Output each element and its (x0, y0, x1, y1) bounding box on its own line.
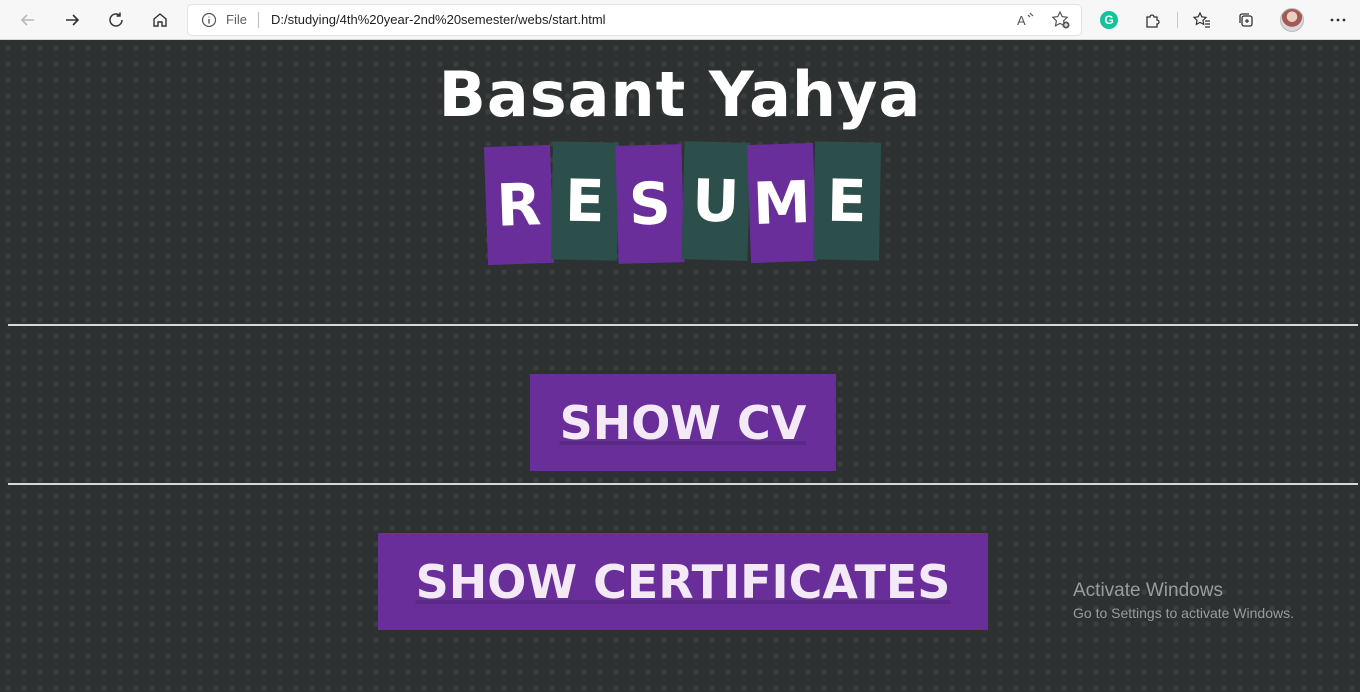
refresh-icon (109, 12, 123, 27)
show-cv-label[interactable]: SHOW CV (560, 396, 807, 450)
extensions-button[interactable] (1139, 6, 1167, 34)
arrow-left-icon (20, 14, 34, 26)
resume-letter-tile: E (550, 141, 619, 261)
menu-button[interactable] (1324, 6, 1352, 34)
resume-letter-tile: M (746, 142, 817, 264)
info-icon[interactable] (201, 12, 217, 28)
collections-icon (1239, 13, 1253, 27)
refresh-button[interactable] (100, 4, 132, 36)
back-button[interactable] (12, 4, 44, 36)
page-title: Basant Yahya (438, 58, 922, 131)
scheme-label: File (226, 12, 247, 27)
collections-button[interactable] (1232, 6, 1260, 34)
resume-letter-tile: S (615, 144, 685, 264)
home-icon (153, 13, 167, 27)
address-separator (258, 12, 259, 28)
profile-button[interactable] (1278, 6, 1306, 34)
divider (8, 324, 1358, 326)
address-bar[interactable]: File D:/studying/4th%20year-2nd%20semest… (188, 5, 1081, 35)
favorites-icon (1193, 11, 1210, 28)
toolbar-separator (1177, 12, 1178, 28)
more-icon (1330, 18, 1346, 22)
home-button[interactable] (144, 4, 176, 36)
star-add-icon[interactable] (1051, 10, 1071, 30)
arrow-right-icon (66, 14, 80, 26)
svg-text:A: A (1017, 13, 1026, 28)
grammarly-icon: G (1100, 11, 1118, 29)
forward-button[interactable] (56, 4, 88, 36)
resume-letter-tile: E (813, 141, 882, 261)
watermark-title: Activate Windows (1073, 580, 1223, 601)
favorites-button[interactable] (1188, 6, 1216, 34)
resume-letter-tile: U (681, 141, 751, 261)
grammarly-button[interactable]: G (1095, 6, 1123, 34)
puzzle-icon (1146, 14, 1160, 28)
show-certificates-label[interactable]: SHOW CERTIFICATES (416, 555, 951, 609)
show-cv-button[interactable]: SHOW CV (530, 374, 836, 471)
browser-toolbar: File D:/studying/4th%20year-2nd%20semest… (0, 0, 1360, 40)
url-text[interactable]: D:/studying/4th%20year-2nd%20semester/we… (271, 12, 606, 27)
resume-banner: R E S U M E (483, 141, 882, 266)
activate-windows-watermark: Activate Windows Go to Settings to activ… (1073, 580, 1294, 621)
show-certificates-button[interactable]: SHOW CERTIFICATES (378, 533, 988, 630)
watermark-subtitle: Go to Settings to activate Windows. (1073, 605, 1294, 621)
avatar (1280, 8, 1304, 32)
read-aloud-icon[interactable]: A (1015, 10, 1035, 30)
divider (8, 483, 1358, 485)
resume-letter-tile: R (483, 144, 554, 266)
